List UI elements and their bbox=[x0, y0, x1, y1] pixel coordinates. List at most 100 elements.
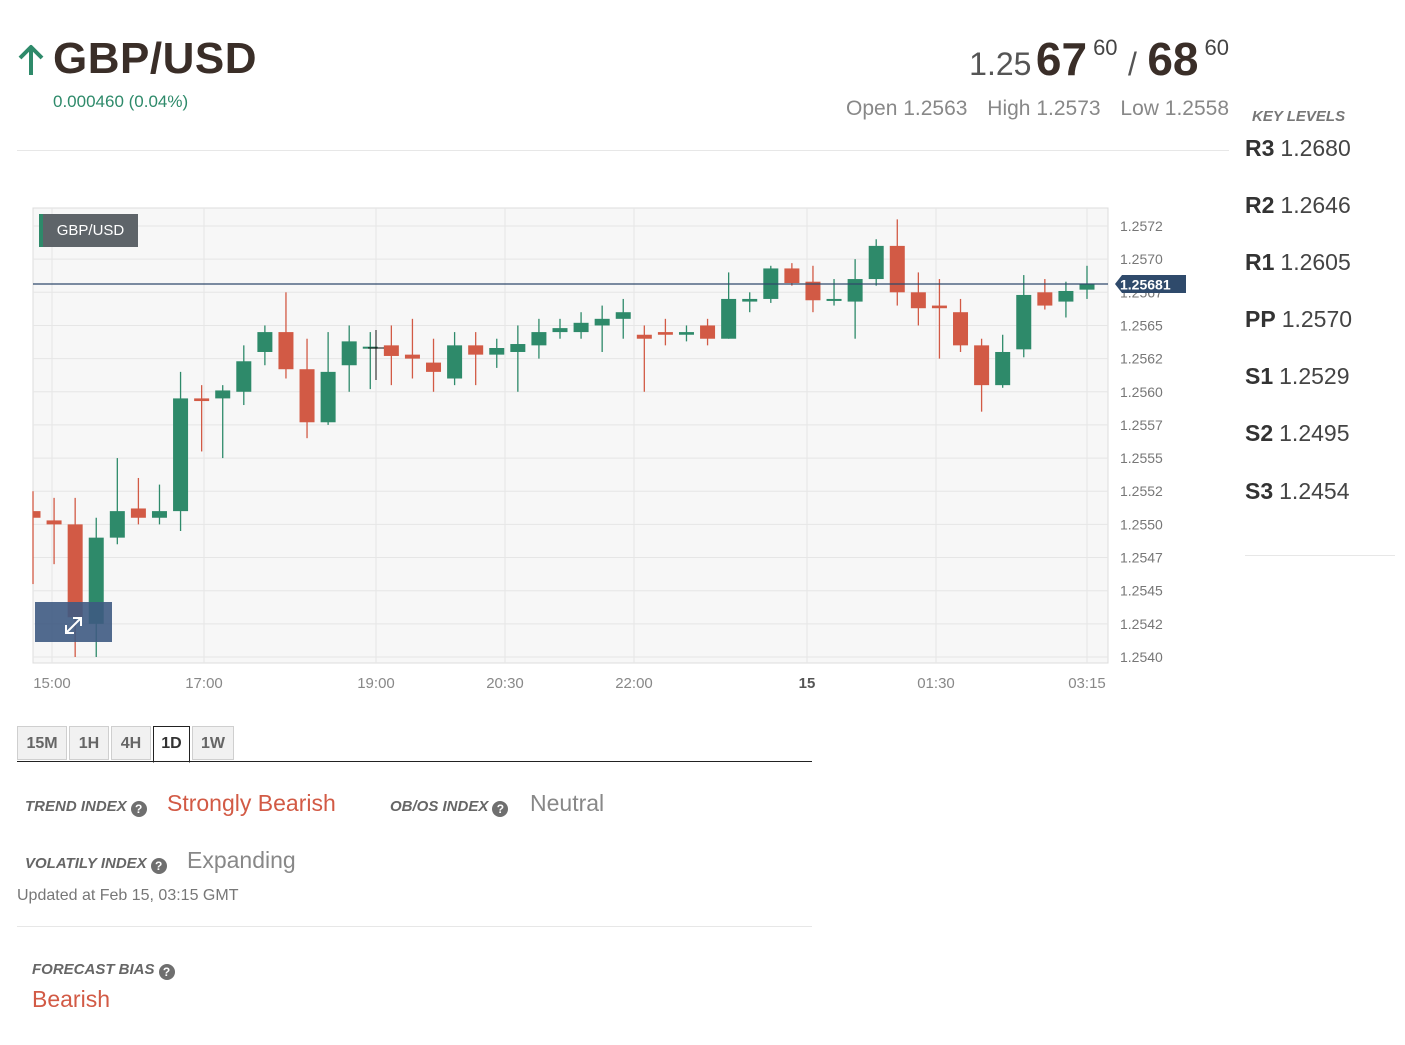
key-level-name: R1 bbox=[1245, 249, 1275, 275]
tab-1w[interactable]: 1W bbox=[192, 726, 234, 760]
candle-body bbox=[447, 345, 463, 379]
open-high-low: Open 1.2563 High 1.2573 Low 1.2558 bbox=[832, 97, 1229, 121]
obos-index-label: OB/OS INDEX? bbox=[390, 798, 509, 817]
candle-body bbox=[1058, 290, 1074, 302]
y-tick-label: 1.2562 bbox=[1120, 351, 1163, 367]
plot-area bbox=[32, 207, 1109, 664]
candlestick-chart[interactable]: 1.25721.25701.25671.25651.25621.25601.25… bbox=[0, 190, 1200, 710]
candle-body bbox=[721, 298, 737, 339]
key-level-name: R2 bbox=[1245, 192, 1275, 218]
candle-body bbox=[320, 371, 336, 423]
key-level-value: 1.2605 bbox=[1280, 249, 1351, 275]
y-tick-label: 1.2555 bbox=[1120, 450, 1163, 466]
forecast-bias-label: FORECAST BIAS? bbox=[32, 961, 175, 980]
question-circle-icon[interactable]: ? bbox=[492, 801, 509, 817]
candle-body bbox=[931, 305, 947, 309]
key-level-r1: R1 1.2605 bbox=[1245, 249, 1351, 276]
y-tick-label: 1.2542 bbox=[1120, 616, 1163, 632]
candle-body bbox=[742, 298, 758, 302]
key-levels-title: KEY LEVELS bbox=[1252, 108, 1346, 125]
candle-body bbox=[151, 511, 167, 518]
candle-body bbox=[510, 344, 526, 352]
tab-1h[interactable]: 1H bbox=[69, 726, 109, 760]
trend-index-text: TREND INDEX bbox=[25, 798, 127, 815]
key-level-pp: PP 1.2570 bbox=[1245, 306, 1352, 333]
y-tick-label: 1.2560 bbox=[1120, 384, 1163, 400]
divider bbox=[1245, 555, 1395, 556]
price-change: 0.000460 (0.04%) bbox=[53, 92, 189, 111]
key-level-name: S2 bbox=[1245, 420, 1274, 446]
candle-body bbox=[974, 345, 990, 386]
bid-big: 67 bbox=[1035, 33, 1088, 85]
candle-body bbox=[868, 245, 884, 280]
x-tick-label: 17:00 bbox=[185, 675, 223, 692]
key-level-value: 1.2646 bbox=[1280, 192, 1351, 218]
tab-1d[interactable]: 1D bbox=[153, 726, 190, 763]
divider bbox=[17, 926, 812, 927]
question-circle-icon[interactable]: ? bbox=[158, 964, 175, 980]
candle-body bbox=[383, 345, 399, 356]
pair-title: GBP/USD bbox=[53, 34, 257, 83]
candle-body bbox=[678, 332, 694, 335]
obos-index-text: OB/OS INDEX bbox=[390, 798, 489, 815]
updated-timestamp: Updated at Feb 15, 03:15 GMT bbox=[17, 887, 239, 904]
trend-index-label: TREND INDEX? bbox=[25, 798, 147, 817]
key-level-name: PP bbox=[1245, 306, 1276, 332]
y-tick-label: 1.2565 bbox=[1120, 317, 1163, 333]
open-value: Open 1.2563 bbox=[846, 97, 968, 120]
y-tick-label: 1.2557 bbox=[1120, 417, 1163, 433]
key-level-s3: S3 1.2454 bbox=[1245, 478, 1350, 505]
candle-body bbox=[468, 345, 484, 355]
candle-body bbox=[573, 322, 589, 333]
key-level-name: S1 bbox=[1245, 363, 1274, 389]
obos-index-value: Neutral bbox=[530, 790, 605, 816]
candle-body bbox=[552, 328, 568, 333]
question-circle-icon[interactable]: ? bbox=[130, 801, 147, 817]
expand-arrows-icon bbox=[65, 617, 82, 634]
candle-body bbox=[657, 332, 673, 335]
forecast-bias-text: FORECAST BIAS bbox=[32, 961, 155, 978]
tab-15m[interactable]: 15M bbox=[17, 726, 67, 760]
candle-body bbox=[236, 361, 252, 392]
low-value: Low 1.2558 bbox=[1120, 97, 1229, 120]
candle-body bbox=[826, 298, 842, 301]
y-tick-label: 1.2545 bbox=[1120, 583, 1163, 599]
key-level-r2: R2 1.2646 bbox=[1245, 192, 1351, 219]
candle-body bbox=[847, 279, 863, 302]
candle-body bbox=[194, 398, 210, 402]
bid-sup: 60 bbox=[1093, 35, 1118, 60]
y-tick-label: 1.2570 bbox=[1120, 251, 1163, 267]
volatility-index-value: Expanding bbox=[187, 847, 296, 873]
ask-big: 68 bbox=[1147, 33, 1199, 85]
price-separator: / bbox=[1128, 46, 1137, 82]
divider bbox=[17, 150, 1229, 151]
x-tick-label: 01:30 bbox=[917, 675, 955, 692]
candle-body bbox=[1016, 294, 1032, 350]
bid-ask-price: 1.25 67 60 / 68 60 bbox=[969, 32, 1229, 86]
candle-body bbox=[910, 292, 926, 309]
y-tick-label: 1.2572 bbox=[1120, 218, 1163, 234]
candle-body bbox=[109, 511, 125, 538]
candle-body bbox=[636, 334, 652, 339]
current-price-label: 1.25681 bbox=[1115, 275, 1186, 293]
candle-body bbox=[615, 312, 631, 319]
x-axis-ticks: 15:00 17:00 19:00 20:30 22:00 15 01:30 03:15 bbox=[33, 675, 1106, 692]
candle-body bbox=[173, 398, 189, 512]
x-tick-label: 22:00 bbox=[615, 675, 653, 692]
expand-chart-button[interactable] bbox=[35, 602, 112, 642]
candle-body bbox=[404, 354, 420, 359]
candle-body bbox=[953, 312, 969, 346]
tab-4h[interactable]: 4H bbox=[111, 726, 151, 760]
candle-body bbox=[257, 332, 273, 352]
question-circle-icon[interactable]: ? bbox=[150, 858, 167, 874]
x-tick-label: 19:00 bbox=[357, 675, 395, 692]
candle-body bbox=[215, 390, 231, 399]
x-tick-label: 03:15 bbox=[1068, 675, 1106, 692]
candle-body bbox=[594, 318, 610, 326]
y-tick-label: 1.2552 bbox=[1120, 483, 1163, 499]
candle-body bbox=[426, 362, 442, 372]
forecast-bias-value: Bearish bbox=[32, 986, 110, 1012]
key-level-value: 1.2495 bbox=[1279, 420, 1350, 446]
candle-body bbox=[995, 351, 1011, 386]
ask-sup: 60 bbox=[1204, 35, 1229, 60]
